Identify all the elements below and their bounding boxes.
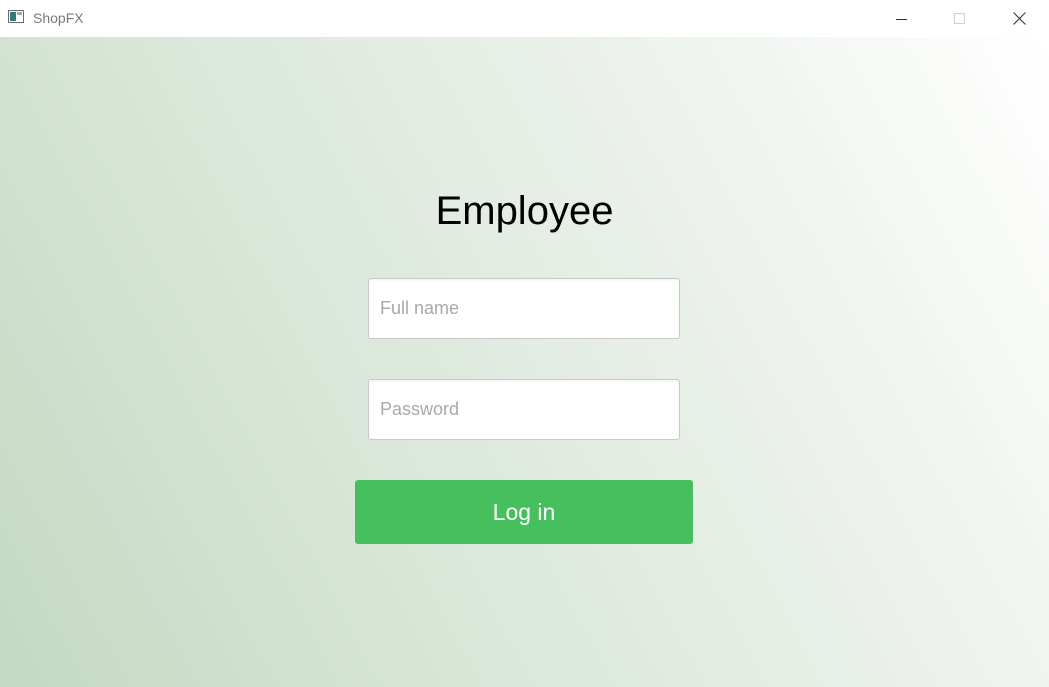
title-bar[interactable]: ShopFX	[0, 0, 1049, 37]
page-title: Employee	[435, 189, 614, 233]
maximize-icon	[954, 12, 965, 24]
close-button[interactable]	[996, 0, 1042, 37]
close-icon	[1012, 12, 1026, 25]
full-name-input[interactable]	[368, 278, 680, 339]
app-icon	[8, 10, 24, 23]
window-title: ShopFX	[33, 10, 84, 26]
password-input[interactable]	[368, 379, 680, 440]
login-button[interactable]: Log in	[355, 480, 693, 544]
login-panel: Employee Log in	[0, 37, 1049, 687]
minimize-button[interactable]	[879, 0, 925, 37]
maximize-button[interactable]	[937, 0, 983, 37]
app-window: ShopFX Employee Log in	[0, 0, 1049, 687]
minimize-icon	[896, 18, 907, 20]
